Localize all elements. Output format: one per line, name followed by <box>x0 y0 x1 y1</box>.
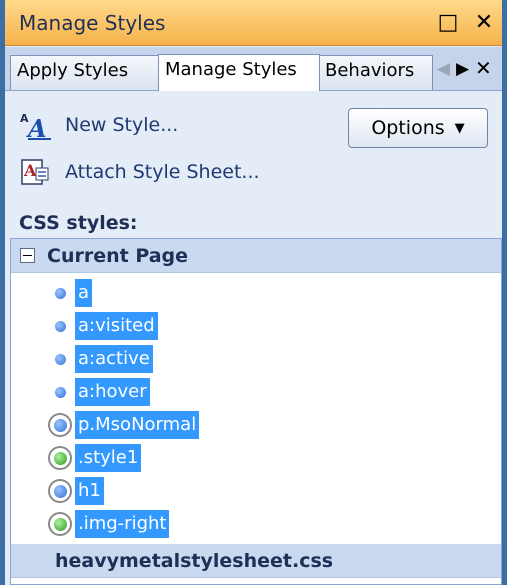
style-rule[interactable]: h1 <box>47 476 104 506</box>
ringed-blue-dot-icon <box>47 478 73 504</box>
rule-selector: .style1 <box>75 444 142 472</box>
group-label: Current Page <box>47 244 189 267</box>
style-rule[interactable]: a:active <box>47 344 153 374</box>
collapse-icon[interactable] <box>20 248 35 263</box>
style-rule[interactable]: a:visited <box>47 311 158 341</box>
style-dot-icon <box>47 280 73 306</box>
group-heavymetalstylesheet[interactable]: heavymetalstylesheet.css <box>11 544 501 578</box>
style-dot-icon <box>47 313 73 339</box>
manage-styles-panel: Manage Styles □ ✕ Apply Styles Behaviors… <box>0 0 507 585</box>
svg-text:A: A <box>26 114 47 141</box>
content-area: A A New Style... A Attach Style Sheet... <box>5 92 502 585</box>
style-dot-icon <box>47 379 73 405</box>
style-rule[interactable]: p.MsoNormal <box>47 410 200 440</box>
rule-selector: a:active <box>75 345 153 373</box>
tab-behaviors[interactable]: Behaviors <box>318 55 433 90</box>
group-current-page[interactable]: Current Page <box>11 239 501 273</box>
svg-text:A: A <box>23 161 37 180</box>
close-icon[interactable]: ✕ <box>466 5 502 41</box>
attach-style-sheet-label: Attach Style Sheet... <box>65 161 260 183</box>
rule-selector: a:hover <box>75 378 150 406</box>
title-bar: Manage Styles □ ✕ <box>5 0 502 46</box>
style-rule[interactable]: a <box>47 278 93 308</box>
rule-selector: .img-right <box>75 510 170 538</box>
ringed-green-dot-icon <box>47 445 73 471</box>
rule-selector: h1 <box>75 477 104 505</box>
ringed-green-dot-icon <box>47 511 73 537</box>
tab-manage-styles[interactable]: Manage Styles <box>158 54 320 91</box>
style-dot-icon <box>47 346 73 372</box>
attach-style-sheet-link[interactable]: A Attach Style Sheet... <box>19 155 260 189</box>
css-styles-tree: Current Page a a:visited a:active a:hove… <box>10 238 502 585</box>
tab-apply-styles[interactable]: Apply Styles <box>10 55 160 90</box>
panel-title: Manage Styles <box>19 10 166 35</box>
chevron-down-icon: ▼ <box>454 120 465 136</box>
tab-scroll-left-icon[interactable]: ◀ <box>437 59 450 79</box>
new-style-link[interactable]: A A New Style... <box>19 108 178 142</box>
style-rule[interactable]: .style1 <box>47 443 142 473</box>
ringed-blue-dot-icon <box>47 412 73 438</box>
tab-close-icon[interactable]: ✕ <box>475 56 492 80</box>
attach-style-sheet-icon: A <box>19 156 57 188</box>
group-label: heavymetalstylesheet.css <box>55 549 334 572</box>
new-style-label: New Style... <box>65 114 179 136</box>
new-style-icon: A A <box>19 109 57 141</box>
style-rule[interactable]: a:hover <box>47 377 150 407</box>
tab-scroll-right-icon[interactable]: ▶ <box>456 59 469 79</box>
maximize-icon[interactable]: □ <box>430 5 466 41</box>
rule-selector: a <box>75 279 93 307</box>
style-rule[interactable]: .img-right <box>47 509 170 539</box>
options-label: Options <box>371 117 445 139</box>
rule-selector: a:visited <box>75 312 158 340</box>
css-styles-heading: CSS styles: <box>19 212 138 234</box>
options-button[interactable]: Options ▼ <box>348 108 488 148</box>
tab-strip: Apply Styles Behaviors Manage Styles ◀ ▶… <box>5 47 502 91</box>
rule-selector: p.MsoNormal <box>75 411 200 439</box>
